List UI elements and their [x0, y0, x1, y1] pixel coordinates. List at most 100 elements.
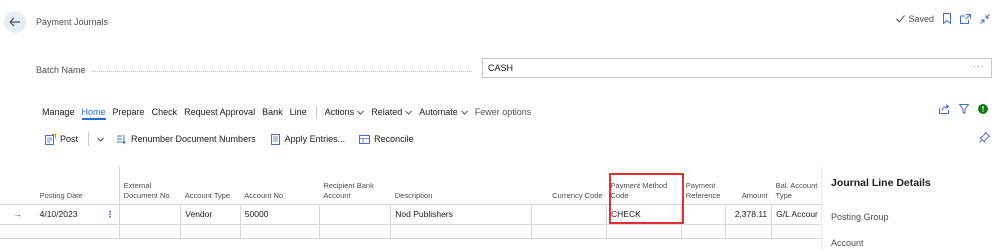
journal-lines-table: Posting Date External Document No. Accou…: [0, 167, 822, 239]
reconcile-icon: [359, 134, 371, 144]
saved-status: Saved: [896, 14, 934, 24]
cell-bal-account-type[interactable]: G/L Accour: [771, 203, 822, 225]
action-bar: Manage Home Prepare Check Request Approv…: [42, 104, 538, 120]
col-amount[interactable]: Amount: [726, 167, 772, 204]
empty-cell: [101, 223, 120, 239]
reconcile-label: Reconcile: [374, 134, 414, 144]
empty-cell[interactable]: [318, 223, 391, 239]
batch-name-input[interactable]: CASH ···: [482, 58, 992, 78]
collapse-icon[interactable]: [980, 13, 990, 24]
col-payment-reference[interactable]: Payment Reference: [682, 167, 726, 204]
empty-cell[interactable]: [239, 223, 320, 239]
back-button[interactable]: [4, 11, 26, 33]
col-description[interactable]: Description: [391, 167, 532, 204]
cell-payment-reference[interactable]: [681, 203, 726, 225]
col-posting-date[interactable]: Posting Date: [36, 167, 102, 204]
row-menu-button[interactable]: ⋮: [101, 203, 120, 225]
menu-request-approval[interactable]: Request Approval: [184, 107, 255, 117]
row-indicator: →: [0, 203, 36, 225]
cell-description[interactable]: Nod Publishers: [390, 203, 532, 225]
bookmark-icon[interactable]: [943, 13, 951, 24]
empty-cell[interactable]: [606, 223, 682, 239]
share-icon[interactable]: [939, 104, 950, 114]
col-bal-account-type[interactable]: Bal. Account Type: [772, 167, 822, 204]
col-account-no[interactable]: Account No.: [240, 167, 319, 204]
col-currency-code[interactable]: Currency Code: [531, 167, 606, 204]
pin-icon[interactable]: [979, 132, 990, 143]
arrow-left-icon: [9, 17, 20, 27]
posting-group-label: Posting Group: [831, 212, 889, 222]
header-actions: Saved: [896, 13, 990, 24]
post-label: Post: [60, 134, 79, 144]
menu-automate[interactable]: Automate: [419, 107, 468, 117]
cell-external-document-no[interactable]: [118, 203, 181, 225]
promoted-toolbar: Post Renumber Document Numbers Apply Ent…: [45, 132, 428, 146]
journal-lines-grid: Posting Date External Document No. Accou…: [0, 167, 822, 250]
batch-name-label: Batch Name: [36, 65, 86, 75]
chevron-down-icon[interactable]: [97, 137, 104, 142]
empty-cell[interactable]: [530, 223, 607, 239]
chevron-down-icon: [460, 110, 468, 115]
info-badge-icon[interactable]: [978, 104, 988, 114]
apply-entries-icon: [270, 133, 280, 145]
menu-bank[interactable]: Bank: [262, 107, 283, 117]
grid-header-row: Posting Date External Document No. Accou…: [0, 167, 822, 204]
row-menu-header: [101, 167, 119, 204]
menu-prepare[interactable]: Prepare: [113, 107, 145, 117]
menu-automate-label: Automate: [419, 107, 458, 117]
renumber-document-numbers-button[interactable]: Renumber Document Numbers: [116, 134, 256, 145]
menu-line[interactable]: Line: [290, 107, 307, 117]
checkmark-icon: [896, 14, 906, 23]
menu-related-label: Related: [371, 107, 403, 117]
cell-currency-code[interactable]: [530, 203, 607, 225]
chevron-down-icon: [357, 110, 365, 115]
apply-entries-label: Apply Entries...: [284, 134, 346, 144]
row-indicator-header: [0, 167, 36, 204]
cell-recipient-bank-account[interactable]: [318, 203, 391, 225]
empty-cell[interactable]: [35, 223, 102, 239]
cell-posting-date[interactable]: 4/10/2023: [35, 203, 102, 225]
menu-actions-label: Actions: [324, 107, 355, 117]
toolbar-divider: [88, 132, 90, 146]
menu-actions[interactable]: Actions: [325, 107, 365, 117]
menu-home[interactable]: Home: [81, 107, 106, 120]
filter-icon[interactable]: [959, 104, 969, 114]
open-new-window-icon[interactable]: [960, 13, 971, 24]
fewer-options-link[interactable]: Fewer options: [475, 107, 532, 117]
empty-cell[interactable]: [180, 223, 241, 239]
empty-cell[interactable]: [771, 223, 822, 239]
renumber-icon: [117, 134, 126, 144]
field-leader-dots: [92, 71, 472, 72]
saved-label: Saved: [908, 13, 934, 24]
menu-check[interactable]: Check: [152, 107, 178, 117]
post-button[interactable]: Post: [45, 133, 79, 145]
batch-name-value: CASH: [488, 63, 514, 73]
col-external-document-no[interactable]: External Document No.: [118, 167, 181, 204]
apply-entries-button[interactable]: Apply Entries...: [270, 133, 346, 145]
cell-amount[interactable]: 2,378.11: [725, 203, 772, 225]
page-title: Payment Journals: [36, 17, 109, 27]
cell-account-type[interactable]: Vendor: [180, 203, 241, 225]
action-bar-right: [939, 104, 988, 114]
empty-cell[interactable]: [118, 223, 181, 239]
renumber-label: Renumber Document Numbers: [131, 134, 256, 144]
batch-name-assist-button[interactable]: ···: [973, 61, 985, 71]
col-recipient-bank-account[interactable]: Recipient Bank Account: [319, 167, 390, 204]
action-bar-divider: [315, 105, 317, 119]
empty-cell[interactable]: [681, 223, 726, 239]
cell-account-no[interactable]: 50000: [239, 203, 320, 225]
menu-manage[interactable]: Manage: [42, 107, 75, 117]
menu-related[interactable]: Related: [371, 107, 413, 117]
account-label: Account: [831, 238, 864, 248]
side-panel-title: Journal Line Details: [831, 177, 931, 189]
col-account-type[interactable]: Account Type: [181, 167, 241, 204]
post-icon: [45, 133, 56, 145]
empty-cell[interactable]: [725, 223, 772, 239]
chevron-down-icon: [405, 110, 413, 115]
reconcile-button[interactable]: Reconcile: [359, 134, 414, 145]
empty-cell: [0, 223, 36, 239]
table-row-empty[interactable]: [0, 223, 822, 239]
table-row[interactable]: → 4/10/2023 ⋮ Vendor 50000 Nod Publisher…: [0, 203, 822, 225]
highlight-box: [609, 173, 684, 224]
empty-cell[interactable]: [390, 223, 532, 239]
